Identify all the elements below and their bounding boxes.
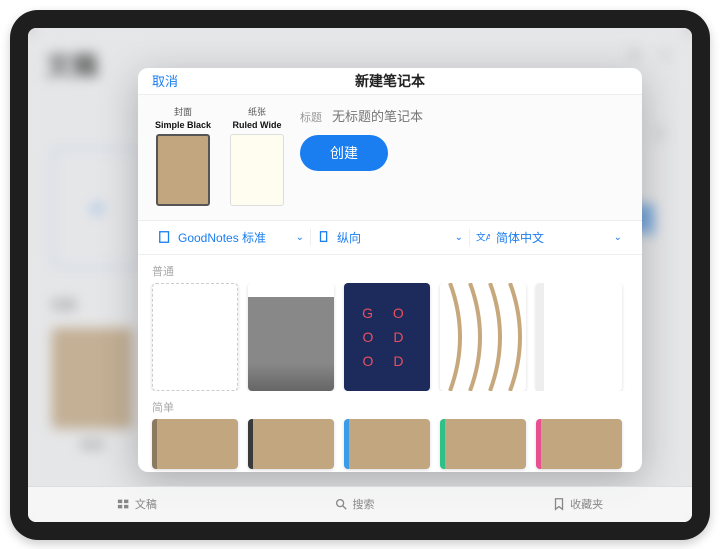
config-main: 标题 创建 (300, 105, 628, 206)
cover-template-thumb (156, 134, 210, 206)
tab-favorites[interactable]: 收藏夹 (552, 496, 603, 512)
new-notebook-modal: 取消 新建笔记本 封面 Simple Black 纸张 Ruled Wide 标… (138, 68, 642, 472)
chevron-down-icon: ⌄ (296, 232, 304, 243)
cover-simple-4[interactable] (440, 419, 526, 461)
documents-icon (117, 497, 131, 511)
cover-option-plain[interactable]: Plain (536, 283, 622, 381)
cover-option-enclosed[interactable]: Enclosed 1 (248, 283, 334, 381)
simple-covers (138, 419, 642, 471)
section-featured-label: 普通 (138, 255, 642, 283)
template-icon (158, 230, 172, 244)
cover-thumb (344, 283, 430, 391)
cover-thumb (536, 283, 622, 391)
cover-option-good[interactable]: GOOOD (344, 283, 430, 381)
cover-simple-3[interactable] (344, 419, 430, 461)
cover-simple-5[interactable] (536, 419, 622, 461)
bookmark-icon (552, 497, 566, 511)
filter-row: GoodNotes 标准 ⌄ 纵向 ⌄ 文A 简体中文 ⌄ (138, 221, 642, 255)
featured-covers: 无封面 Enclosed 1 GOOOD Waves (138, 283, 642, 391)
paper-template[interactable]: 纸张 Ruled Wide (226, 105, 288, 206)
create-button[interactable]: 创建 (300, 135, 388, 171)
cover-thumb (440, 283, 526, 391)
cover-template[interactable]: 封面 Simple Black (152, 105, 214, 206)
tab-documents[interactable]: 文稿 (117, 496, 157, 512)
title-label: 标题 (300, 109, 322, 125)
section-simple-label: 简单 (138, 391, 642, 419)
search-icon (334, 497, 348, 511)
notebook-name-input[interactable] (332, 109, 628, 124)
tab-search[interactable]: 搜索 (334, 496, 374, 512)
cover-option-none[interactable]: 无封面 (152, 283, 238, 381)
tab-bar: 文稿 搜索 收藏夹 (28, 486, 692, 522)
title-row: 标题 (300, 109, 628, 125)
svg-text:文A: 文A (476, 232, 490, 244)
cover-thumb (248, 283, 334, 391)
filter-source[interactable]: GoodNotes 标准 ⌄ (152, 229, 311, 246)
config-row: 封面 Simple Black 纸张 Ruled Wide 标题 创建 (138, 95, 642, 221)
chevron-down-icon: ⌄ (455, 232, 463, 243)
cancel-button[interactable]: 取消 (152, 71, 178, 90)
filter-language[interactable]: 文A 简体中文 ⌄ (470, 229, 628, 246)
screen: 文稿 ☰ ＋ 新建 阅读 取消 新建笔记本 封面 Si (28, 28, 692, 522)
cover-simple-1[interactable] (152, 419, 238, 461)
paper-template-thumb (230, 134, 284, 206)
filter-orientation[interactable]: 纵向 ⌄ (311, 229, 470, 246)
cover-thumb (152, 283, 238, 391)
chevron-down-icon: ⌄ (614, 232, 622, 243)
tablet-frame: 文稿 ☰ ＋ 新建 阅读 取消 新建笔记本 封面 Si (10, 10, 710, 540)
modal-title: 新建笔记本 (355, 71, 425, 91)
modal-header: 取消 新建笔记本 (138, 68, 642, 95)
cover-option-waves[interactable]: Waves (440, 283, 526, 381)
orientation-icon (317, 230, 331, 244)
language-icon: 文A (476, 230, 490, 244)
cover-simple-2[interactable] (248, 419, 334, 461)
